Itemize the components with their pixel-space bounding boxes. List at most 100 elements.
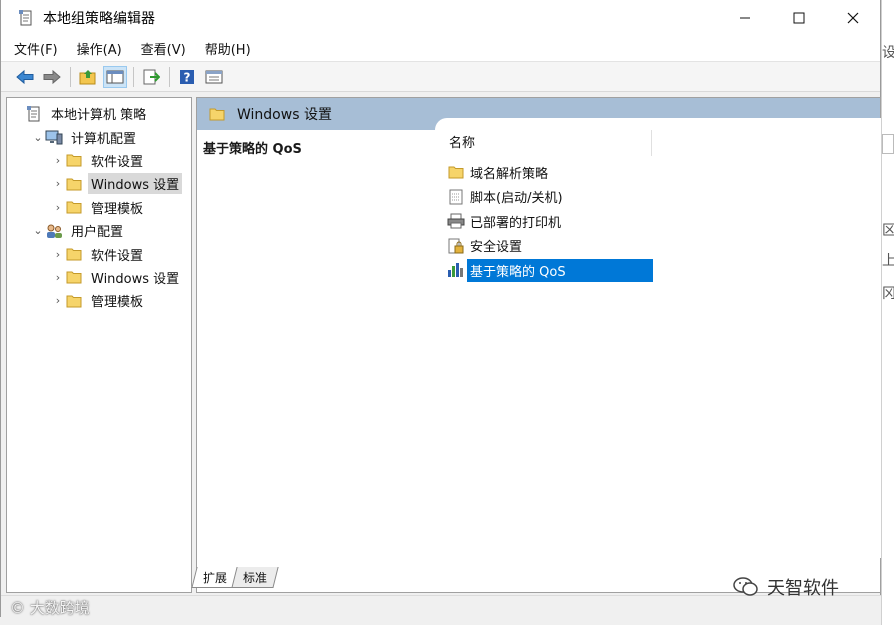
list-item[interactable]: 基于策略的 QoS — [447, 258, 653, 283]
script-icon — [447, 189, 465, 205]
toolbar-separator — [70, 66, 71, 87]
tree-item-label: 管理模板 — [91, 295, 144, 311]
list-item-label: 基于策略的 QoS — [467, 258, 653, 282]
menu-action[interactable]: 操作(A) — [77, 39, 122, 58]
policy-icon — [25, 105, 43, 122]
menu-help[interactable]: 帮助(H) — [205, 39, 251, 58]
wechat-icon — [733, 577, 758, 596]
details-pane: Windows 设置 基于策略的 QoS 名称 域名解析策略 脚本(启动/关机) 已… — [196, 97, 882, 593]
tree-item-label: 软件设置 — [91, 248, 144, 264]
folder-icon — [65, 152, 83, 168]
tab-standard-label: 标准 — [243, 570, 268, 585]
list-item[interactable]: 安全设置 — [447, 234, 653, 259]
tree-item[interactable]: ⌄ 计算机配置 — [7, 125, 191, 148]
properties-icon — [205, 70, 223, 83]
menu-bar: 文件(F) 操作(A) 查看(V) 帮助(H) — [1, 36, 880, 62]
folder-icon — [447, 164, 465, 180]
edge-char: 区 — [882, 223, 894, 239]
policy-editor-icon — [18, 10, 34, 26]
tree-item[interactable]: › 软件设置 — [7, 149, 191, 172]
show-hide-tree-icon — [106, 70, 124, 83]
svg-text:?: ? — [184, 70, 191, 84]
watermark-left: © 大数跨境 — [10, 597, 90, 618]
tree-item-label: Windows 设置 — [88, 173, 183, 195]
column-divider[interactable] — [651, 130, 652, 156]
forward-arrow-icon — [43, 69, 61, 84]
minimize-button[interactable] — [718, 0, 772, 36]
folder-icon — [65, 269, 83, 285]
tree-item[interactable]: › Windows 设置 — [7, 172, 191, 195]
close-button[interactable] — [826, 0, 880, 36]
up-one-level-button[interactable] — [76, 66, 100, 88]
edge-char: 上 — [882, 253, 894, 269]
list-item[interactable]: 已部署的打印机 — [447, 209, 653, 234]
column-header-name[interactable]: 名称 — [449, 132, 475, 151]
chevron-right-icon[interactable]: › — [51, 294, 65, 307]
background-window-edge — [881, 0, 894, 625]
export-list-icon — [143, 69, 160, 84]
tree-item-label: 软件设置 — [91, 154, 144, 170]
list-item-label: 域名解析策略 — [470, 166, 549, 182]
tab-extended-label: 扩展 — [203, 570, 228, 585]
background-window-button — [882, 134, 894, 154]
watermark-right: 天智软件 — [733, 574, 839, 600]
folder-icon — [65, 293, 83, 309]
back-arrow-icon — [16, 69, 34, 84]
list-item[interactable]: 域名解析策略 — [447, 160, 653, 185]
tree-item-label: 计算机配置 — [71, 131, 137, 147]
tree-item[interactable]: › 管理模板 — [7, 196, 191, 219]
tree-item-label: 本地计算机 策略 — [51, 108, 147, 124]
show-hide-tree-button[interactable] — [103, 65, 127, 88]
chevron-right-icon[interactable]: › — [51, 177, 65, 190]
users-icon — [45, 223, 63, 239]
back-button[interactable] — [13, 66, 37, 88]
chevron-right-icon[interactable]: › — [51, 248, 65, 261]
tree-item[interactable]: › 软件设置 — [7, 242, 191, 265]
menu-file[interactable]: 文件(F) — [14, 39, 58, 58]
up-folder-icon — [79, 69, 96, 84]
window-title: 本地组策略编辑器 — [43, 11, 155, 27]
view-tabs: 扩展 标准 — [191, 567, 279, 588]
export-list-button[interactable] — [139, 66, 163, 88]
folder-icon — [65, 199, 83, 215]
help-button[interactable]: ? — [175, 66, 199, 88]
computer-icon — [45, 129, 63, 145]
chevron-right-icon[interactable]: › — [51, 201, 65, 214]
watermark-right-text: 天智软件 — [767, 578, 839, 599]
tree-item[interactable]: 本地计算机 策略 — [7, 102, 191, 125]
tree-item-label: Windows 设置 — [91, 271, 180, 287]
tree-item[interactable]: ⌄ 用户配置 — [7, 219, 191, 242]
help-icon: ? — [180, 69, 194, 84]
title-bar[interactable]: 本地组策略编辑器 — [1, 0, 880, 36]
tree-item-label: 用户配置 — [71, 225, 124, 241]
folder-icon — [65, 176, 83, 192]
tree-item-label: 管理模板 — [91, 201, 144, 217]
list-item-label: 安全设置 — [470, 240, 523, 256]
printer-icon — [447, 213, 465, 229]
tree-item[interactable]: › Windows 设置 — [7, 266, 191, 289]
toolbar-separator — [169, 66, 170, 87]
tree-item[interactable]: › 管理模板 — [7, 289, 191, 312]
description-title: 基于策略的 QoS — [203, 142, 302, 157]
chevron-down-icon[interactable]: ⌄ — [31, 224, 45, 237]
chevron-right-icon[interactable]: › — [51, 154, 65, 167]
chevron-down-icon[interactable]: ⌄ — [31, 131, 45, 144]
edge-char: 冈 — [882, 286, 894, 302]
menu-view[interactable]: 查看(V) — [141, 39, 186, 58]
list-item[interactable]: 脚本(启动/关机) — [447, 185, 653, 210]
navigation-tree: 本地计算机 策略 ⌄ 计算机配置 › 软件设置 › Windows 设置 › 管理模板 ⌄ 用户配置… — [6, 97, 192, 593]
maximize-button[interactable] — [772, 0, 826, 36]
list-item-label: 脚本(启动/关机) — [470, 191, 563, 207]
content-area: 本地计算机 策略 ⌄ 计算机配置 › 软件设置 › Windows 设置 › 管理模板 ⌄ 用户配置… — [6, 97, 882, 593]
tab-standard[interactable]: 标准 — [231, 567, 279, 588]
toolbar: ? — [1, 62, 880, 92]
items-list: 名称 域名解析策略 脚本(启动/关机) 已部署的打印机安全设置基于策略的 QoS — [435, 118, 882, 558]
properties-button[interactable] — [202, 66, 226, 88]
watermark-logo-icon: © — [10, 599, 25, 617]
forward-button[interactable] — [40, 66, 64, 88]
folder-icon — [208, 106, 226, 122]
folder-icon — [65, 246, 83, 262]
chevron-right-icon[interactable]: › — [51, 271, 65, 284]
security-icon — [447, 238, 465, 254]
details-header-title: Windows 设置 — [237, 107, 332, 123]
